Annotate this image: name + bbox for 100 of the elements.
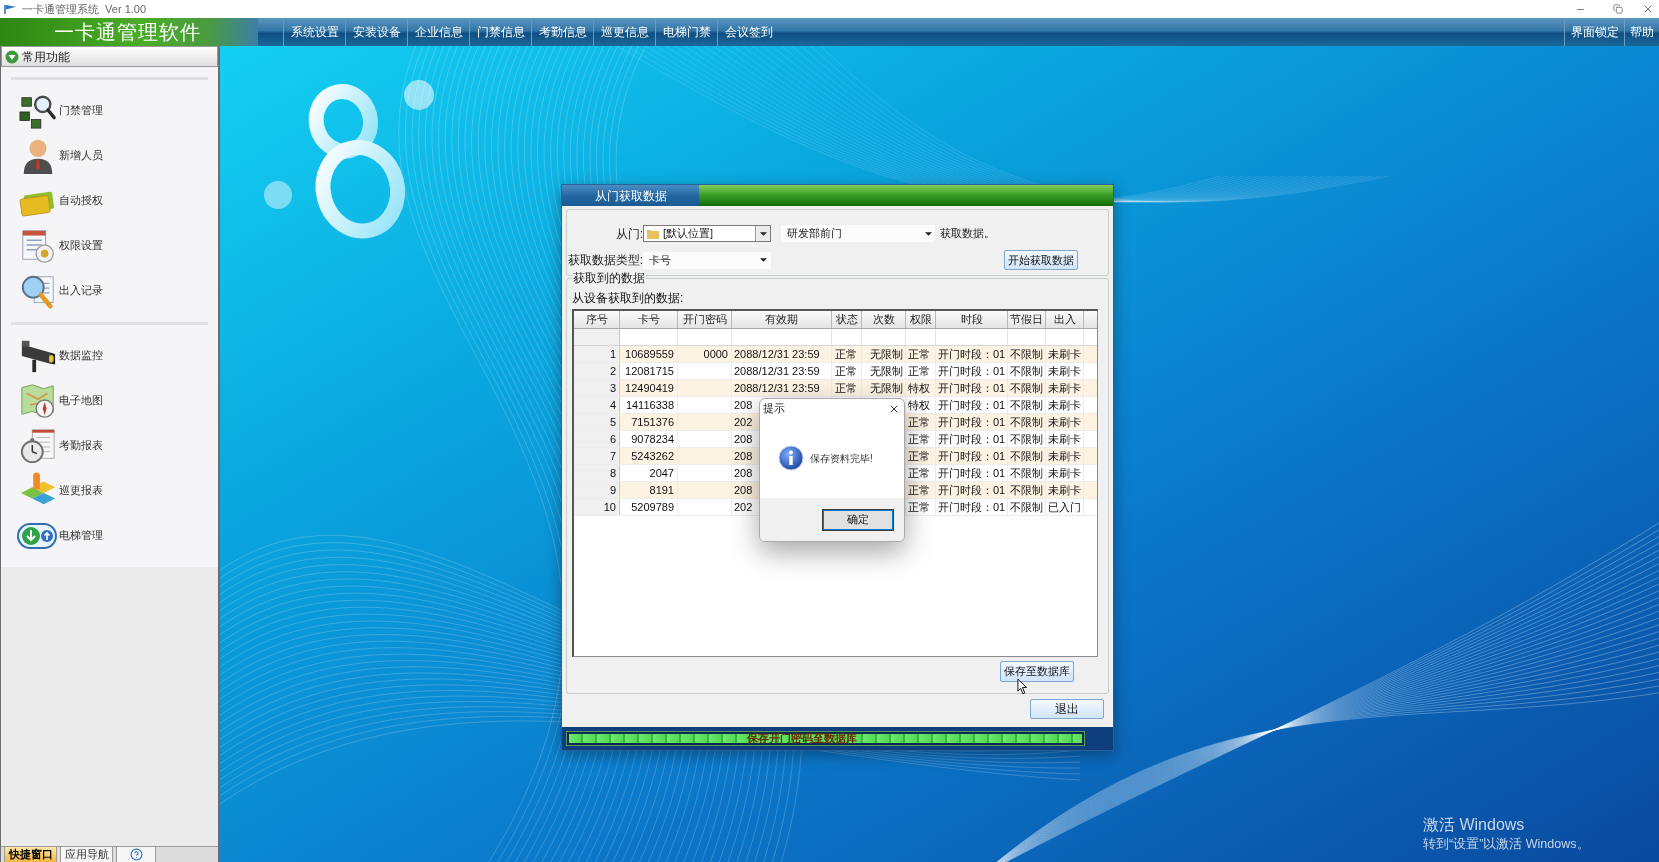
help-icon xyxy=(129,848,143,861)
sidebar-item[interactable]: 巡更报表 xyxy=(1,468,109,513)
table-cell: 开门时段：01 xyxy=(938,381,1006,395)
table-cell: 2088/12/31 23:59 xyxy=(734,381,820,395)
arrow-buttons-icon xyxy=(17,521,57,550)
table-cell: 开门时段：01 xyxy=(938,483,1006,497)
column-header[interactable]: 权限 xyxy=(906,311,936,328)
table-cell: 正常 xyxy=(908,364,930,378)
sidebar-item[interactable]: 电子地图 xyxy=(1,378,109,423)
sidebar-item[interactable]: 出入记录 xyxy=(1,268,109,313)
table-cell: 未刷卡 xyxy=(1048,398,1081,412)
table-cell: 正常 xyxy=(908,483,930,497)
sidebar-item[interactable]: 权限设置 xyxy=(1,223,109,268)
table-cell: 202 xyxy=(734,500,753,514)
group-title: 获取到的数据 xyxy=(572,271,646,285)
table-cell: 7151376 xyxy=(631,415,674,429)
column-header[interactable]: 卡号 xyxy=(620,311,678,328)
table-cell: 10689559 xyxy=(625,347,674,361)
row-number: 5 xyxy=(574,414,620,430)
sidebar-tab[interactable]: 应用导航 xyxy=(60,847,113,862)
table-cell: 无限制 xyxy=(870,381,903,395)
table-caption: 从设备获取到的数据: xyxy=(572,291,684,305)
table-cell: 未刷卡 xyxy=(1048,381,1081,395)
table-cell: 开门时段：01 xyxy=(938,398,1006,412)
caret-down-icon xyxy=(759,231,767,236)
table-cell: 正常 xyxy=(908,466,930,480)
row-number: 4 xyxy=(574,397,620,413)
sidebar-item[interactable]: 新增人员 xyxy=(1,133,109,178)
column-header[interactable]: 次数 xyxy=(862,311,906,328)
table-cell: 正常 xyxy=(908,449,930,463)
column-header[interactable]: 时段 xyxy=(936,311,1008,328)
table-cell: 不限制 xyxy=(1010,466,1043,480)
table-cell: 未刷卡 xyxy=(1048,364,1081,378)
table-cell: 开门时段：01 xyxy=(938,364,1006,378)
table-row[interactable]: 2 12081715 2088/12/31 23:59 正常 无限制 正常 开门时段：01 不限制 未刷卡 xyxy=(574,363,1097,380)
activation-title: 激活 Windows xyxy=(1423,815,1526,835)
table-cell: 未刷卡 xyxy=(1048,415,1081,429)
table-cell: 已入门 xyxy=(1048,500,1081,514)
table-cell: 不限制 xyxy=(1010,364,1043,378)
table-cell: 208 xyxy=(734,449,753,463)
map-compass-icon xyxy=(19,381,57,420)
sidebar-item[interactable]: 电梯管理 xyxy=(1,513,109,558)
row-number: 2 xyxy=(574,363,620,379)
help-tab[interactable] xyxy=(116,847,156,862)
field-suffix: 获取数据。 xyxy=(940,226,995,242)
table-cell: 开门时段：01 xyxy=(938,432,1006,446)
table-cell: 不限制 xyxy=(1010,398,1043,412)
stopwatch-document-icon xyxy=(19,426,57,465)
sidebar-item[interactable]: 自动授权 xyxy=(1,178,109,223)
caret-down-icon xyxy=(760,258,767,262)
table-cell: 正常 xyxy=(835,347,857,361)
door-dropdown[interactable]: 研发部前门 xyxy=(781,225,935,242)
row-number: 8 xyxy=(574,465,620,481)
table-cell: 2088/12/31 23:59 xyxy=(734,364,820,378)
message-text: 保存资料完毕! xyxy=(810,451,873,466)
column-header[interactable]: 状态 xyxy=(832,311,862,328)
table-cell: 正常 xyxy=(908,415,930,429)
row-number: 9 xyxy=(574,482,620,498)
table-cell: 开门时段：01 xyxy=(938,449,1006,463)
table-cell: 8191 xyxy=(649,483,674,497)
column-header[interactable]: 有效期 xyxy=(732,311,832,328)
table-cell: 正常 xyxy=(908,347,930,361)
table-cell: 未刷卡 xyxy=(1048,347,1081,361)
section-header[interactable]: 常用功能 xyxy=(1,46,218,67)
table-cell: 无限制 xyxy=(870,364,903,378)
table-cell: 不限制 xyxy=(1010,500,1043,514)
table-row[interactable]: 1 10689559 0000 2088/12/31 23:59 正常 无限制 正常 开门时段：01 不限制 未刷卡 xyxy=(574,346,1097,363)
table-cell: 12081715 xyxy=(625,364,674,378)
column-header[interactable]: 序号 xyxy=(574,311,620,328)
ok-button[interactable]: 确定 xyxy=(822,508,894,531)
row-number: 3 xyxy=(574,380,620,396)
column-header[interactable]: 节假日 xyxy=(1008,311,1046,328)
table-cell: 9078234 xyxy=(631,432,674,446)
table-cell: 正常 xyxy=(835,381,857,395)
progress-label: 保存开门密码至数据库 xyxy=(747,732,857,745)
sidebar-item[interactable]: 门禁管理 xyxy=(1,88,109,133)
table-cell: 0000 xyxy=(703,347,728,361)
row-number: 1 xyxy=(574,346,620,362)
table-cell: 正常 xyxy=(835,364,857,378)
table-cell: 特权 xyxy=(908,381,930,395)
row-number: 6 xyxy=(574,431,620,447)
table-row[interactable]: 3 12490419 2088/12/31 23:59 正常 无限制 特权 开门时段：01 不限制 未刷卡 xyxy=(574,380,1097,397)
data-type-dropdown[interactable]: 卡号 xyxy=(643,251,771,269)
sidebar-item[interactable]: 数据监控 xyxy=(1,333,109,378)
column-header[interactable]: 出入 xyxy=(1046,311,1084,328)
close-icon xyxy=(1642,3,1654,15)
save-to-database-button[interactable]: 保存至数据库 xyxy=(1000,661,1074,682)
location-dropdown[interactable]: [默认位置] xyxy=(643,225,771,242)
table-cell: 2088/12/31 23:59 xyxy=(734,347,820,361)
dropdown-button[interactable] xyxy=(755,226,770,241)
field-label: 获取数据类型: xyxy=(567,252,643,269)
table-cell: 202 xyxy=(734,415,753,429)
table-cell: 5209789 xyxy=(631,500,674,514)
sidebar-tab[interactable]: 快捷窗口 xyxy=(4,847,57,862)
sidebar-item[interactable]: 考勤报表 xyxy=(1,423,109,468)
table-cell: 不限制 xyxy=(1010,415,1043,429)
dialog-title: 从门获取数据 xyxy=(562,185,699,206)
column-header[interactable]: 开门密码 xyxy=(678,311,732,328)
start-fetch-button[interactable]: 开始获取数据 xyxy=(1004,250,1078,270)
exit-button[interactable]: 退出 xyxy=(1030,699,1104,719)
